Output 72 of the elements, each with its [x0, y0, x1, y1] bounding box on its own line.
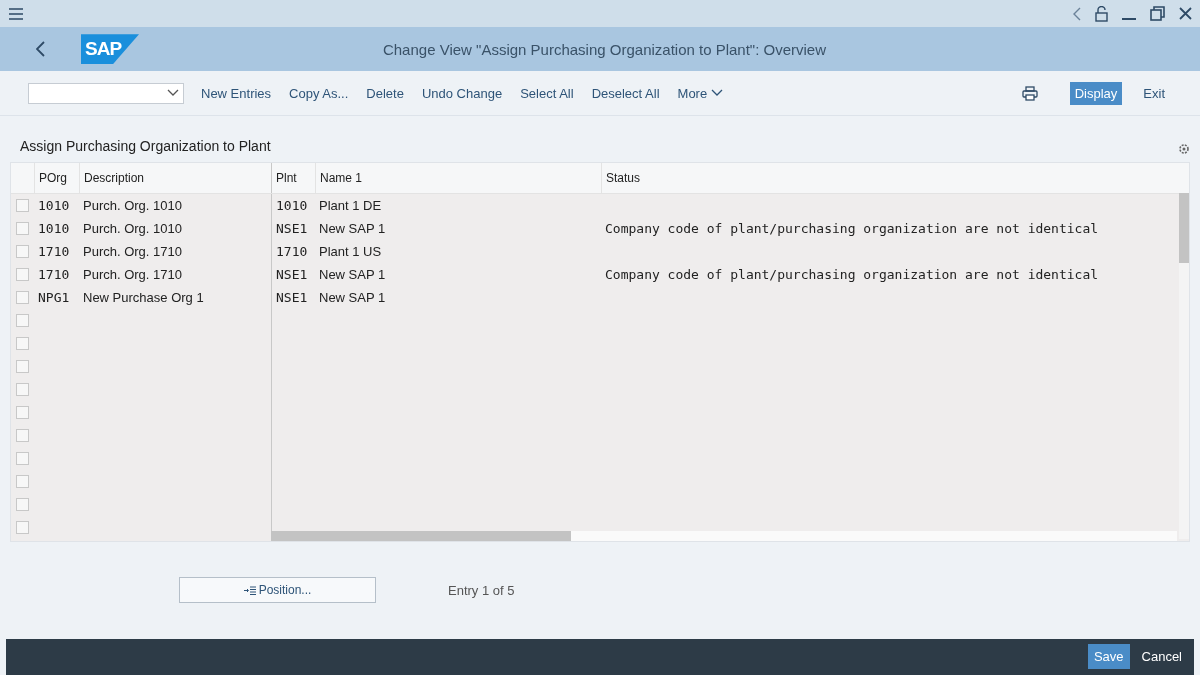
chevron-down-icon	[167, 89, 179, 97]
row-checkbox[interactable]	[16, 405, 29, 419]
table-cell-text: Purch. Org. 1010	[82, 196, 183, 215]
vertical-scrollbar[interactable]	[1179, 192, 1189, 539]
table-cell-text: Plant 1 US	[318, 242, 383, 261]
table-cell-text: New SAP 1	[318, 288, 387, 307]
printer-icon[interactable]	[1021, 85, 1038, 101]
row-checkbox[interactable]	[16, 244, 29, 258]
toolbar-button[interactable]: Delete	[361, 81, 409, 105]
arrow-list-icon	[243, 585, 256, 595]
table-cell: 1710	[271, 239, 315, 263]
column-header: Name 1	[315, 162, 601, 193]
table-cell: NSE1	[271, 262, 315, 286]
horizontal-scrollbar[interactable]	[271, 530, 1177, 541]
table-cell-text: 1010	[37, 219, 71, 238]
toolbar-button[interactable]: New Entries	[196, 81, 277, 105]
row-checkbox[interactable]	[16, 474, 29, 488]
row-checkbox[interactable]	[16, 313, 29, 327]
row-checkbox[interactable]	[16, 359, 29, 373]
row-checkbox[interactable]	[16, 520, 29, 534]
column-header: Description	[79, 162, 271, 193]
toolbar-button[interactable]: Display	[1069, 81, 1123, 105]
toolbar-button[interactable]: Copy As...	[284, 81, 354, 105]
position-button[interactable]: Position...	[179, 577, 376, 604]
row-checkbox[interactable]	[16, 198, 29, 212]
footer-button[interactable]: Save	[1087, 644, 1130, 670]
row-checkbox[interactable]	[16, 336, 29, 350]
toolbar-button[interactable]: Deselect All	[586, 81, 665, 105]
column-header: Plnt	[271, 162, 315, 193]
back-icon[interactable]	[1073, 6, 1081, 21]
table-cell-text: Purch. Org. 1710	[82, 265, 183, 284]
row-checkbox[interactable]	[16, 382, 29, 396]
table-cell-text: Company code of plant/purchasing organization are not identical	[604, 219, 1100, 238]
entry-count: Entry 1 of 5	[448, 582, 515, 598]
toolbar-button[interactable]: Undo Change	[416, 81, 508, 105]
table-cell-text: Company code of plant/purchasing organization are not identical	[604, 265, 1100, 284]
section-title: Assign Purchasing Organization to Plant	[19, 137, 272, 156]
chevron-down-icon	[711, 89, 724, 97]
table-cell: 1010	[271, 193, 315, 217]
toolbar-button[interactable]: Select All	[515, 81, 579, 105]
menu-icon[interactable]	[8, 6, 24, 21]
column-header: Status	[601, 162, 1177, 193]
back-icon[interactable]	[36, 41, 45, 58]
page-title: Change View "Assign Purchasing Organization to Plant": Overview	[381, 40, 828, 58]
table-cell-text: New Purchase Org 1	[82, 288, 205, 307]
table-cell: NSE1	[271, 285, 315, 309]
row-checkbox[interactable]	[16, 428, 29, 442]
footer-button[interactable]: Cancel	[1135, 644, 1188, 670]
table-cell-text: New SAP 1	[318, 265, 387, 284]
toolbar-button[interactable]: Exit	[1138, 81, 1170, 105]
row-checkbox[interactable]	[16, 497, 29, 511]
logo: SAP	[81, 34, 139, 65]
restore-icon[interactable]	[1150, 6, 1165, 22]
table-cell-text: 1010	[37, 196, 71, 215]
table-cell-text: Purch. Org. 1010	[82, 219, 183, 238]
close-icon[interactable]	[1179, 7, 1192, 21]
table-cell-text: Purch. Org. 1710	[82, 242, 183, 261]
row-checkbox[interactable]	[16, 290, 29, 304]
padlock-icon[interactable]	[1095, 5, 1108, 22]
row-checkbox[interactable]	[16, 451, 29, 465]
table-cell-text: 1710	[37, 265, 71, 284]
table-cell-text: New SAP 1	[318, 219, 387, 238]
row-checkbox[interactable]	[16, 267, 29, 281]
dropdown-field[interactable]	[28, 82, 184, 104]
table-cell-text: 1710	[37, 242, 71, 261]
row-checkbox[interactable]	[16, 221, 29, 235]
table-cell-text: Plant 1 DE	[318, 196, 383, 215]
table-cell: NSE1	[271, 216, 315, 240]
table-cell-text: NPG1	[37, 288, 71, 307]
column-header: POrg	[34, 162, 79, 193]
more-menu-button[interactable]: More	[672, 81, 729, 105]
settings-icon[interactable]	[1178, 142, 1190, 155]
